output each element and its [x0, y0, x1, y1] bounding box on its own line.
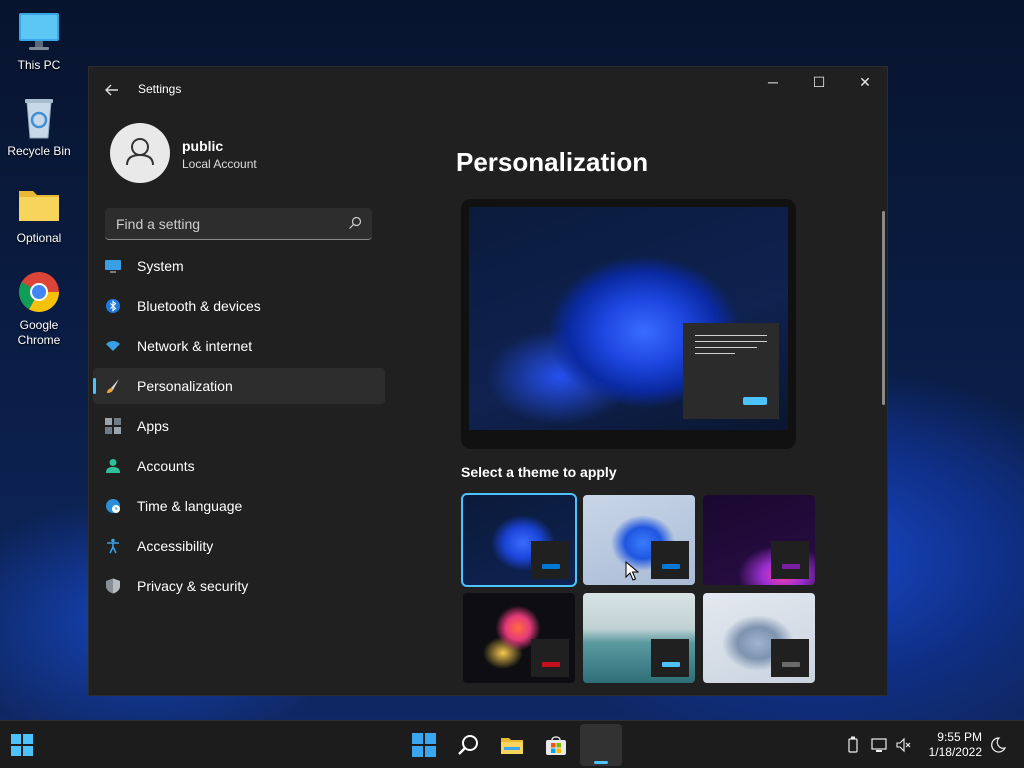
chrome-icon [17, 270, 61, 314]
desktop-icon-this-pc[interactable]: This PC [0, 10, 78, 73]
person-icon [126, 138, 154, 166]
sidebar-item-apps[interactable]: Apps [93, 408, 385, 444]
sidebar-item-label: Bluetooth & devices [137, 298, 261, 314]
close-button[interactable]: ✕ [842, 67, 888, 99]
theme-mini-window [651, 639, 689, 677]
sidebar-item-label: System [137, 258, 184, 274]
theme-tile-glow[interactable] [703, 495, 815, 585]
search-icon [349, 216, 362, 229]
theme-tile-captured-motion[interactable] [463, 593, 575, 683]
accessibility-icon [107, 538, 119, 554]
window-title: Settings [138, 82, 182, 96]
network-icon[interactable] [870, 736, 888, 754]
maximize-button[interactable]: ☐ [796, 67, 842, 99]
active-app-indicator [594, 761, 608, 764]
avatar[interactable] [110, 123, 170, 183]
theme-mini-window [771, 541, 809, 579]
settings-window: Settings ─ ☐ ✕ public Local Account Find… [88, 66, 888, 696]
theme-preview [461, 199, 796, 449]
theme-mini-window [531, 541, 569, 579]
theme-mini-window [531, 639, 569, 677]
profile-account-type: Local Account [182, 157, 257, 171]
desktop-start-icon[interactable] [10, 733, 34, 757]
title-bar: Settings ─ ☐ ✕ [89, 67, 887, 111]
theme-tile-sunrise[interactable] [583, 593, 695, 683]
desktop-icon-label: Optional [16, 231, 62, 245]
desktop-icon-recycle-bin[interactable]: Recycle Bin [0, 96, 78, 159]
themes-heading: Select a theme to apply [461, 464, 617, 480]
person-icon [106, 459, 120, 473]
desktop-icon-label: Google Chrome [17, 318, 61, 347]
theme-tile-windows-dark[interactable] [461, 493, 577, 587]
monitor-icon [17, 10, 61, 54]
shield-icon [106, 578, 120, 594]
search-input[interactable]: Find a setting [116, 216, 200, 232]
sidebar-item-bluetooth-devices[interactable]: Bluetooth & devices [93, 288, 385, 324]
clock-time: 9:55 PM [937, 730, 982, 744]
theme-mini-window [771, 639, 809, 677]
back-arrow-icon [105, 84, 118, 96]
back-button[interactable] [101, 79, 123, 101]
sidebar-item-accessibility[interactable]: Accessibility [93, 528, 385, 564]
taskbar-settings-app[interactable] [580, 724, 622, 766]
sidebar-item-label: Privacy & security [137, 578, 249, 594]
desktop-icon-google-chrome[interactable]: Google Chrome [0, 270, 78, 348]
sidebar-item-label: Accounts [137, 458, 195, 474]
globe-clock-icon [106, 499, 120, 513]
sidebar-item-network-internet[interactable]: Network & internet [93, 328, 385, 364]
sidebar-item-label: Apps [137, 418, 169, 434]
minimize-button[interactable]: ─ [750, 67, 796, 99]
sidebar-item-accounts[interactable]: Accounts [93, 448, 385, 484]
bluetooth-icon [106, 299, 120, 313]
mouse-cursor-icon [625, 561, 639, 581]
brush-icon [107, 379, 119, 393]
search-box[interactable]: Find a setting [105, 208, 372, 240]
theme-tile-flow[interactable] [703, 593, 815, 683]
sidebar-item-personalization[interactable]: Personalization [93, 368, 385, 404]
search-icon[interactable] [456, 733, 480, 757]
sidebar-item-label: Network & internet [137, 338, 253, 354]
file-explorer-icon[interactable] [500, 733, 524, 757]
desktop-icon-optional[interactable]: Optional [0, 183, 78, 246]
clock-date: 1/18/2022 [928, 745, 982, 759]
apps-icon [105, 418, 121, 434]
store-icon[interactable] [544, 733, 568, 757]
sidebar-item-label: Personalization [137, 378, 233, 394]
desktop-icon-label: This PC [17, 58, 61, 72]
desktop-icon-label: Recycle Bin [7, 144, 71, 158]
sidebar-item-privacy-security[interactable]: Privacy & security [93, 568, 385, 604]
scrollbar-thumb[interactable] [882, 211, 885, 405]
preview-window [683, 323, 779, 419]
wifi-icon [106, 341, 120, 351]
taskbar: 9:55 PM 1/18/2022 [0, 720, 1024, 768]
volume-muted-icon[interactable] [895, 736, 913, 754]
theme-tile-windows-light[interactable] [583, 495, 695, 585]
monitor-icon [105, 260, 121, 273]
folder-icon [17, 183, 61, 227]
profile-name: public [182, 138, 224, 154]
system-clock[interactable]: 9:55 PM 1/18/2022 [929, 730, 982, 760]
page-title: Personalization [456, 147, 649, 177]
sidebar-item-time-language[interactable]: Time & language [93, 488, 385, 524]
start-icon[interactable] [412, 733, 436, 757]
usb-icon[interactable] [844, 736, 862, 754]
focus-assist-moon-icon[interactable] [989, 736, 1007, 754]
sidebar-item-system[interactable]: System [93, 248, 385, 284]
sidebar-nav: System Bluetooth & devices Network & int… [93, 248, 385, 608]
sidebar-item-label: Time & language [137, 498, 243, 514]
sidebar-item-label: Accessibility [137, 538, 214, 554]
theme-mini-window [651, 541, 689, 579]
active-indicator [93, 378, 96, 394]
recycle-bin-icon [17, 96, 61, 140]
preview-accent-button [743, 397, 767, 405]
